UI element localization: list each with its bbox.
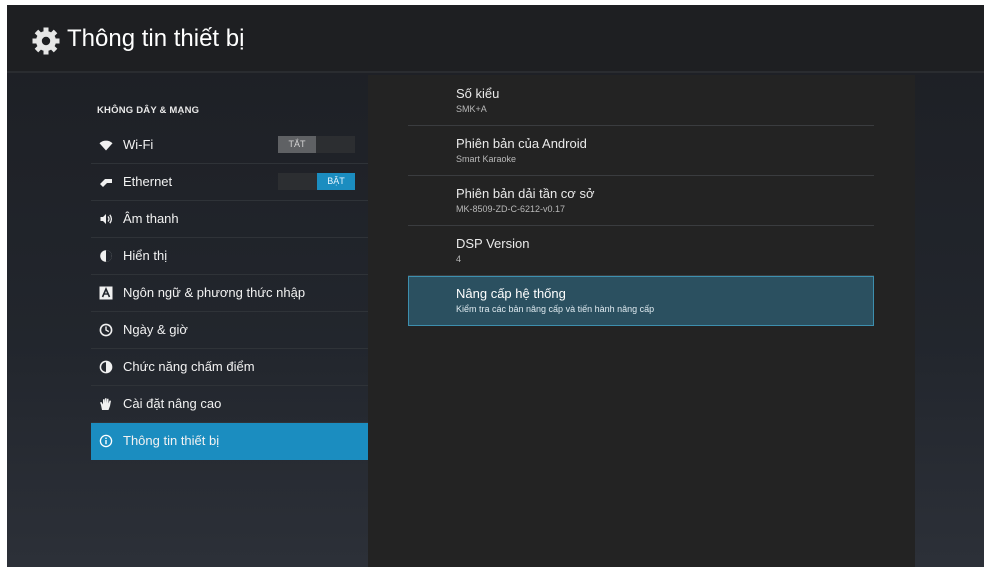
speaker-icon bbox=[100, 214, 113, 224]
sidebar-item-label: Thông tin thiết bị bbox=[123, 433, 220, 448]
detail-value: MK-8509-ZD-C-6212-v0.17 bbox=[456, 204, 566, 214]
sidebar-item-label: Hiển thị bbox=[123, 248, 168, 263]
action-bar: Thông tin thiết bị bbox=[7, 5, 984, 73]
sidebar-item-ethernet[interactable]: Ethernet BẬT bbox=[91, 164, 368, 201]
detail-item-model[interactable]: Số kiểu SMK+A bbox=[408, 76, 874, 126]
sidebar-item-date-time[interactable]: Ngày & giờ bbox=[91, 312, 368, 349]
section-header-wireless: KHÔNG DÂY & MẠNG bbox=[97, 105, 200, 116]
clock-icon bbox=[99, 323, 113, 337]
sidebar-item-label: Wi-Fi bbox=[123, 137, 154, 152]
detail-title: DSP Version bbox=[456, 236, 530, 251]
detail-title: Nâng cấp hệ thống bbox=[456, 286, 566, 301]
detail-value: 4 bbox=[456, 254, 462, 264]
page-title: Thông tin thiết bị bbox=[67, 25, 245, 52]
wifi-toggle[interactable]: TẮT bbox=[278, 136, 355, 153]
wifi-icon bbox=[99, 140, 113, 151]
sidebar-item-advanced-settings[interactable]: Cài đặt nâng cao bbox=[91, 386, 368, 423]
score-icon bbox=[99, 360, 113, 374]
info-icon bbox=[99, 434, 113, 448]
sidebar-item-label: Chức năng chấm điểm bbox=[123, 359, 255, 374]
ethernet-icon bbox=[100, 179, 112, 187]
sidebar-item-wifi[interactable]: Wi-Fi TẮT bbox=[91, 127, 368, 164]
settings-screen: Thông tin thiết bị KHÔNG DÂY & MẠNG Wi-F… bbox=[7, 5, 984, 567]
sidebar-item-label: Âm thanh bbox=[123, 211, 179, 226]
sidebar-item-scoring[interactable]: Chức năng chấm điểm bbox=[91, 349, 368, 386]
sidebar-item-display[interactable]: Hiển thị bbox=[91, 238, 368, 275]
ethernet-toggle-state: BẬT bbox=[317, 173, 355, 190]
sidebar-item-label: Ngôn ngữ & phương thức nhập bbox=[123, 285, 306, 300]
gear-icon bbox=[32, 27, 60, 55]
detail-item-system-update[interactable]: Nâng cấp hệ thống Kiểm tra các bản nâng … bbox=[408, 276, 874, 326]
detail-title: Số kiểu bbox=[456, 86, 500, 101]
wifi-toggle-state: TẮT bbox=[278, 136, 316, 153]
detail-value: Kiểm tra các bản nâng cấp và tiến hành n… bbox=[456, 304, 655, 314]
sidebar-item-language[interactable]: Ngôn ngữ & phương thức nhập bbox=[91, 275, 368, 312]
detail-title: Phiên bản dải tần cơ sở bbox=[456, 186, 595, 201]
detail-value: SMK+A bbox=[456, 104, 487, 114]
sidebar-item-label: Cài đặt nâng cao bbox=[123, 396, 222, 411]
display-icon bbox=[100, 250, 112, 262]
detail-item-baseband-version[interactable]: Phiên bản dải tần cơ sở MK-8509-ZD-C-621… bbox=[408, 176, 874, 226]
detail-value: Smart Karaoke bbox=[456, 154, 517, 164]
sidebar-item-label: Ngày & giờ bbox=[123, 322, 188, 337]
device-info-pane: Số kiểu SMK+A Phiên bản của Android Smar… bbox=[368, 75, 915, 567]
sidebar-item-device-info[interactable]: Thông tin thiết bị bbox=[91, 423, 368, 460]
detail-item-dsp-version[interactable]: DSP Version 4 bbox=[408, 226, 874, 276]
ethernet-toggle[interactable]: BẬT bbox=[278, 173, 355, 190]
sidebar-item-label: Ethernet bbox=[123, 174, 173, 189]
language-icon bbox=[99, 286, 113, 300]
hand-icon bbox=[100, 398, 111, 410]
sidebar-item-sound[interactable]: Âm thanh bbox=[91, 201, 368, 238]
detail-title: Phiên bản của Android bbox=[456, 136, 587, 151]
detail-item-android-version[interactable]: Phiên bản của Android Smart Karaoke bbox=[408, 126, 874, 176]
